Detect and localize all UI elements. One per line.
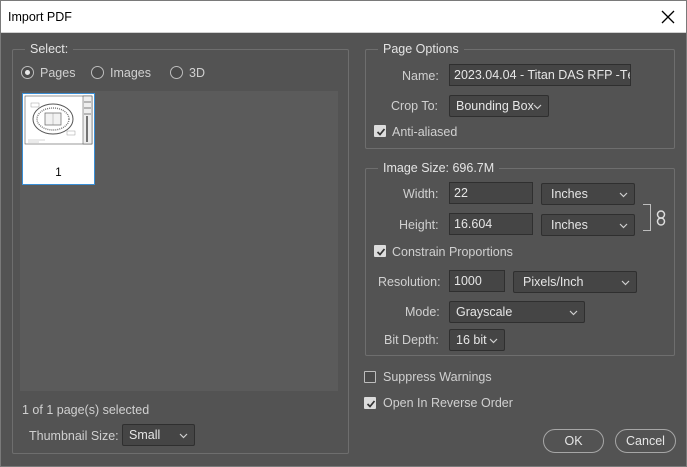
anti-aliased-label: Anti-aliased: [392, 125, 458, 139]
checkmark-icon: [376, 248, 386, 256]
radio-pages-label: Pages: [40, 66, 76, 80]
crop-to-value: Bounding Box: [456, 99, 534, 113]
chevron-down-icon: [619, 192, 628, 198]
page-options-label: Page Options: [378, 41, 464, 57]
image-size-label: Image Size: 696.7M: [378, 160, 500, 176]
thumbnail-panel[interactable]: 1: [20, 91, 338, 391]
width-unit-select[interactable]: Inches: [541, 183, 635, 205]
close-button[interactable]: [656, 5, 680, 29]
constrain-proportions-option[interactable]: Constrain Proportions: [373, 244, 523, 260]
reverse-order-option[interactable]: Open In Reverse Order: [363, 395, 523, 411]
mode-select[interactable]: Grayscale: [449, 301, 585, 323]
crop-to-label: Crop To:: [391, 99, 439, 113]
thumbnail-size-value: Small: [129, 428, 161, 442]
constrain-proportions-checkbox[interactable]: [374, 245, 386, 257]
width-label: Width:: [403, 187, 439, 201]
mode-label: Mode:: [405, 305, 440, 319]
bit-depth-value: 16 bit: [456, 333, 487, 347]
radio-images[interactable]: Images: [91, 65, 161, 81]
height-value: 16.604: [454, 217, 493, 231]
constrain-link-bracket: [643, 204, 651, 231]
window-title: Import PDF: [8, 10, 72, 24]
name-label: Name:: [402, 69, 439, 83]
suppress-warnings-option[interactable]: Suppress Warnings: [363, 369, 503, 385]
chevron-down-icon: [489, 338, 498, 344]
title-bar: Import PDF: [1, 1, 686, 33]
close-icon: [661, 10, 675, 24]
thumbnail-size-select[interactable]: Small: [122, 424, 195, 446]
chevron-down-icon: [619, 223, 628, 229]
radio-3d[interactable]: 3D: [170, 65, 215, 81]
checkmark-icon: [376, 128, 386, 136]
page-thumbnail[interactable]: 1: [22, 93, 95, 185]
cancel-button[interactable]: Cancel: [615, 429, 676, 453]
page-preview-image: [24, 95, 93, 145]
resolution-unit-value: Pixels/Inch: [523, 275, 584, 289]
radio-3d-button[interactable]: [170, 66, 183, 79]
width-value: 22: [454, 186, 468, 200]
width-field[interactable]: 22: [449, 182, 533, 204]
width-unit-value: Inches: [551, 187, 588, 201]
resolution-field[interactable]: 1000: [449, 270, 505, 292]
suppress-warnings-checkbox[interactable]: [364, 371, 376, 383]
page-thumbnail-number: 1: [55, 167, 62, 179]
radio-pages[interactable]: Pages: [21, 65, 81, 81]
radio-images-label: Images: [110, 66, 151, 80]
anti-aliased-checkbox[interactable]: [374, 125, 386, 137]
radio-3d-label: 3D: [189, 66, 205, 80]
checkmark-icon: [366, 400, 376, 408]
chevron-down-icon: [569, 310, 578, 316]
radio-images-button[interactable]: [91, 66, 104, 79]
constrain-proportions-label: Constrain Proportions: [392, 245, 513, 259]
link-icon[interactable]: [656, 210, 666, 226]
resolution-label: Resolution:: [378, 275, 441, 289]
height-unit-select[interactable]: Inches: [541, 214, 635, 236]
selection-status: 1 of 1 page(s) selected: [22, 403, 150, 417]
suppress-warnings-label: Suppress Warnings: [383, 370, 492, 384]
name-field[interactable]: 2023.04.04 - Titan DAS RFP -Tе: [449, 64, 631, 86]
radio-pages-button[interactable]: [21, 66, 34, 79]
resolution-unit-select[interactable]: Pixels/Inch: [513, 271, 637, 293]
chevron-down-icon: [621, 280, 630, 286]
crop-to-select[interactable]: Bounding Box: [449, 95, 549, 117]
height-unit-value: Inches: [551, 218, 588, 232]
resolution-value: 1000: [454, 274, 482, 288]
bit-depth-select[interactable]: 16 bit: [449, 329, 505, 351]
mode-value: Grayscale: [456, 305, 513, 319]
bit-depth-label: Bit Depth:: [384, 333, 439, 347]
select-group-label: Select:: [25, 41, 74, 57]
height-label: Height:: [399, 218, 439, 232]
import-pdf-dialog: Import PDF Select: Pages Images 3D 1 1 o…: [0, 0, 687, 467]
height-field[interactable]: 16.604: [449, 213, 533, 235]
thumbnail-size-label: Thumbnail Size:: [29, 429, 119, 443]
anti-aliased-option[interactable]: Anti-aliased: [373, 124, 473, 140]
chevron-down-icon: [179, 433, 188, 439]
chevron-down-icon: [533, 104, 542, 110]
ok-button[interactable]: OK: [543, 429, 604, 453]
name-value: 2023.04.04 - Titan DAS RFP -Tе: [454, 68, 631, 82]
reverse-order-checkbox[interactable]: [364, 397, 376, 409]
reverse-order-label: Open In Reverse Order: [383, 396, 513, 410]
